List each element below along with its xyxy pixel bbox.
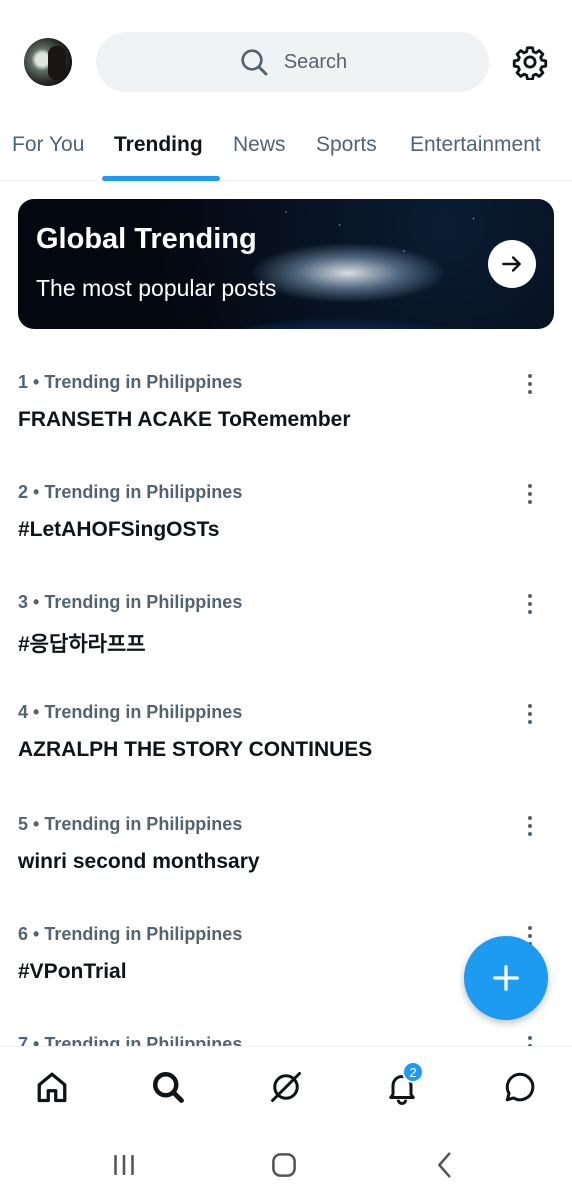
banner-background [18, 199, 554, 329]
trend-name: #LetAHOFSingOSTs [18, 518, 220, 541]
more-options-icon[interactable] [526, 704, 534, 726]
trend-name: #응답하라프프 [18, 633, 146, 656]
back-icon[interactable] [428, 1148, 462, 1182]
trend-item[interactable]: 2 • Trending in Philippines #LetAHOFSing… [0, 456, 572, 566]
more-options-icon[interactable] [526, 816, 534, 838]
more-options-icon[interactable] [526, 1036, 534, 1046]
notifications-tab[interactable]: 2 [384, 1061, 424, 1105]
tab-trending[interactable]: Trending [114, 133, 203, 157]
top-header: Search [0, 0, 572, 125]
trend-item[interactable]: 5 • Trending in Philippines winri second… [0, 788, 572, 898]
trend-meta: 2 • Trending in Philippines [18, 482, 243, 502]
tab-for-you[interactable]: For You [12, 133, 84, 157]
trend-meta: 5 • Trending in Philippines [18, 814, 243, 834]
search-bar[interactable]: Search [96, 32, 489, 92]
banner-arrow-button[interactable] [488, 240, 536, 288]
trend-item[interactable]: 4 • Trending in Philippines AZRALPH THE … [0, 676, 572, 788]
message-icon[interactable] [502, 1069, 538, 1105]
trend-meta: 4 • Trending in Philippines [18, 702, 243, 722]
banner-subtitle: The most popular posts [36, 275, 277, 301]
trend-meta: 6 • Trending in Philippines [18, 924, 243, 944]
trend-item[interactable]: 1 • Trending in Philippines FRANSETH ACA… [0, 346, 572, 456]
grok-icon[interactable] [268, 1069, 304, 1105]
notification-badge: 2 [402, 1061, 424, 1083]
plus-icon [493, 965, 519, 991]
trend-item[interactable]: 3 • Trending in Philippines #응답하라프프 [0, 566, 572, 676]
more-options-icon[interactable] [526, 484, 534, 506]
trend-name: AZRALPH THE STORY CONTINUES [18, 738, 373, 761]
trend-meta: 3 • Trending in Philippines [18, 592, 243, 612]
trend-name: FRANSETH ACAKE ToRemember [18, 408, 351, 431]
tab-news[interactable]: News [233, 133, 286, 157]
gear-icon[interactable] [512, 44, 548, 80]
more-options-icon[interactable] [526, 374, 534, 396]
home-icon[interactable] [34, 1069, 70, 1105]
search-icon [241, 49, 268, 76]
trend-meta: 1 • Trending in Philippines [18, 372, 243, 392]
banner-title: Global Trending [36, 223, 257, 255]
tab-entertainment[interactable]: Entertainment [410, 133, 541, 157]
search-icon[interactable] [150, 1069, 186, 1105]
home-circle-icon[interactable] [267, 1148, 301, 1182]
recents-icon[interactable] [107, 1148, 141, 1182]
search-placeholder: Search [283, 50, 348, 73]
more-options-icon[interactable] [526, 594, 534, 616]
system-nav-bar [0, 1128, 572, 1200]
avatar[interactable] [24, 38, 72, 86]
trend-name: winri second monthsary [18, 850, 260, 873]
arrow-right-icon [502, 256, 521, 272]
tab-bar: For You Trending News Sports Entertainme… [0, 125, 572, 181]
bottom-nav-bar: 2 [0, 1046, 572, 1128]
compose-post-button[interactable] [464, 936, 548, 1020]
active-tab-indicator [102, 176, 220, 181]
tab-sports[interactable]: Sports [316, 133, 377, 157]
trend-name: #VPonTrial [18, 960, 127, 983]
trend-meta: 7 • Trending in Philippines [18, 1034, 243, 1046]
global-trending-banner[interactable]: Global Trending The most popular posts [18, 199, 554, 329]
